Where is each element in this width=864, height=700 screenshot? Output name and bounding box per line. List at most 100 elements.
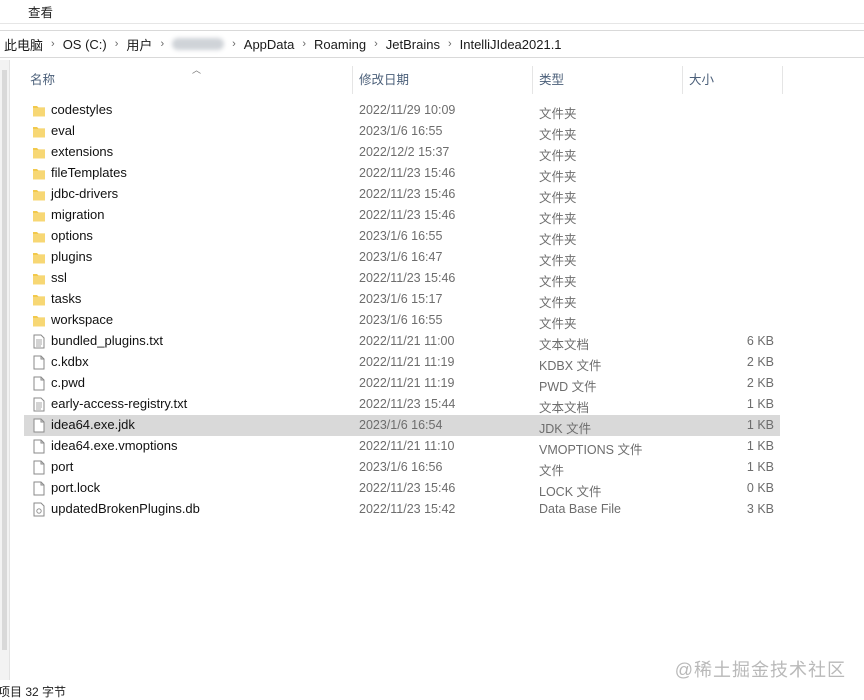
- file-date: 2023/1/6 16:55: [359, 313, 443, 327]
- file-type: KDBX 文件: [539, 359, 602, 373]
- file-type: 文件夹: [539, 107, 577, 121]
- folder-icon: [32, 313, 46, 328]
- column-divider[interactable]: [352, 66, 353, 94]
- file-row[interactable]: tasks 2023/1/6 15:17 文件夹: [24, 289, 780, 310]
- file-date: 2022/11/23 15:42: [359, 502, 456, 516]
- file-type: 文件: [539, 464, 565, 478]
- chevron-right-icon[interactable]: ›: [111, 38, 123, 50]
- file-row[interactable]: port.lock 2022/11/23 15:46 LOCK 文件 0 KB: [24, 478, 780, 499]
- breadcrumb-item[interactable]: Roaming: [310, 37, 370, 52]
- address-bar[interactable]: 此电脑 › OS (C:) › 用户 › › AppData › Roaming › JetBrain…: [0, 30, 864, 58]
- file-icon: [32, 439, 46, 454]
- breadcrumb-item[interactable]: JetBrains: [382, 37, 444, 52]
- file-type: 文件夹: [539, 296, 577, 310]
- status-bar: 项目 32 字节: [0, 682, 864, 700]
- file-row[interactable]: options 2023/1/6 16:55 文件夹: [24, 226, 780, 247]
- file-name: early-access-registry.txt: [51, 396, 188, 411]
- file-size: 1 KB: [746, 418, 774, 432]
- file-name: bundled_plugins.txt: [51, 333, 164, 348]
- file-row[interactable]: updatedBrokenPlugins.db 2022/11/23 15:42 D…: [24, 499, 780, 520]
- file-row[interactable]: codestyles 2022/11/29 10:09 文件夹: [24, 100, 780, 121]
- file-row[interactable]: extensions 2022/12/2 15:37 文件夹: [24, 142, 780, 163]
- chevron-right-icon[interactable]: ›: [156, 38, 168, 50]
- folder-icon: [32, 229, 46, 244]
- file-date: 2022/11/23 15:44: [359, 397, 456, 411]
- breadcrumb-item-redacted[interactable]: [172, 38, 225, 50]
- file-row[interactable]: c.pwd 2022/11/21 11:19 PWD 文件 2 KB: [24, 373, 780, 394]
- breadcrumb-item[interactable]: 此电脑: [0, 35, 47, 54]
- column-divider[interactable]: [782, 66, 783, 94]
- file-type: 文件夹: [539, 212, 577, 226]
- file-row[interactable]: jdbc-drivers 2022/11/23 15:46 文件夹: [24, 184, 780, 205]
- file-date: 2022/11/21 11:19: [359, 355, 455, 369]
- folder-icon: [32, 250, 46, 265]
- file-name: idea64.exe.vmoptions: [51, 438, 178, 453]
- column-header-date[interactable]: 修改日期: [359, 66, 409, 94]
- file-row[interactable]: eval 2023/1/6 16:55 文件夹: [24, 121, 780, 142]
- file-type: 文件夹: [539, 128, 577, 142]
- column-header-name[interactable]: 名称: [30, 66, 55, 94]
- file-size: 0 KB: [746, 481, 774, 495]
- breadcrumb-item[interactable]: OS (C:): [59, 37, 111, 52]
- breadcrumb-item[interactable]: IntelliJIdea2021.1: [456, 37, 566, 52]
- file-name: codestyles: [51, 102, 113, 117]
- folder-icon: [32, 292, 46, 307]
- file-date: 2022/11/21 11:00: [359, 334, 455, 348]
- breadcrumb-item[interactable]: AppData: [240, 37, 299, 52]
- file-row[interactable]: ssl 2022/11/23 15:46 文件夹: [24, 268, 780, 289]
- chevron-right-icon[interactable]: ›: [298, 38, 310, 50]
- watermark: @稀土掘金技术社区: [674, 660, 846, 680]
- file-name: eval: [51, 123, 75, 138]
- file-name: ssl: [51, 270, 67, 285]
- file-icon: [32, 481, 46, 496]
- file-size: 2 KB: [746, 376, 774, 390]
- folder-icon: [32, 208, 46, 223]
- file-date: 2023/1/6 16:56: [359, 460, 443, 474]
- file-row[interactable]: idea64.exe.jdk 2023/1/6 16:54 JDK 文件 1 KB: [24, 415, 780, 436]
- file-row[interactable]: bundled_plugins.txt 2022/11/21 11:00 文本文档 6…: [24, 331, 780, 352]
- file-icon: [32, 418, 46, 433]
- file-name: workspace: [51, 312, 114, 327]
- file-row[interactable]: c.kdbx 2022/11/21 11:19 KDBX 文件 2 KB: [24, 352, 780, 373]
- folder-icon: [32, 187, 46, 202]
- file-row[interactable]: early-access-registry.txt 2022/11/23 15:4…: [24, 394, 780, 415]
- file-icon: [32, 376, 46, 391]
- file-name: idea64.exe.jdk: [51, 417, 135, 432]
- navigation-pane-edge[interactable]: [0, 60, 10, 680]
- file-row[interactable]: idea64.exe.vmoptions 2022/11/21 11:10 VMOP…: [24, 436, 780, 457]
- breadcrumb: 此电脑 › OS (C:) › 用户 › › AppData › Roaming › JetBrain…: [0, 31, 566, 57]
- column-divider[interactable]: [682, 66, 683, 94]
- column-header-size[interactable]: 大小: [689, 66, 714, 94]
- file-date: 2022/11/21 11:19: [359, 376, 455, 390]
- file-type: PWD 文件: [539, 380, 597, 394]
- scrollbar-thumb[interactable]: [2, 70, 7, 650]
- file-row[interactable]: plugins 2023/1/6 16:47 文件夹: [24, 247, 780, 268]
- file-icon: [32, 355, 46, 370]
- chevron-right-icon[interactable]: ›: [228, 38, 240, 50]
- file-date: 2022/11/23 15:46: [359, 187, 456, 201]
- file-date: 2023/1/6 16:55: [359, 124, 443, 138]
- file-name: plugins: [51, 249, 93, 264]
- file-date: 2023/1/6 16:47: [359, 250, 443, 264]
- file-type: VMOPTIONS 文件: [539, 443, 643, 457]
- file-row[interactable]: migration 2022/11/23 15:46 文件夹: [24, 205, 780, 226]
- chevron-right-icon[interactable]: ›: [444, 38, 456, 50]
- menu-view[interactable]: 查看: [28, 2, 53, 21]
- file-size: 1 KB: [746, 460, 774, 474]
- file-size: 1 KB: [746, 439, 774, 453]
- file-row[interactable]: workspace 2023/1/6 16:55 文件夹: [24, 310, 780, 331]
- breadcrumb-item[interactable]: 用户: [122, 35, 156, 54]
- file-date: 2022/11/29 10:09: [359, 103, 456, 117]
- file-date: 2022/11/23 15:46: [359, 271, 456, 285]
- column-header-type[interactable]: 类型: [539, 66, 564, 94]
- file-row[interactable]: port 2023/1/6 16:56 文件 1 KB: [24, 457, 780, 478]
- file-size: 6 KB: [746, 334, 774, 348]
- file-name: fileTemplates: [51, 165, 127, 180]
- file-row[interactable]: fileTemplates 2022/11/23 15:46 文件夹: [24, 163, 780, 184]
- chevron-right-icon[interactable]: ›: [370, 38, 382, 50]
- column-headers: 名称 ︿ 修改日期 类型 大小: [10, 65, 790, 94]
- file-icon: [32, 460, 46, 475]
- chevron-right-icon[interactable]: ›: [47, 38, 59, 50]
- column-divider[interactable]: [532, 66, 533, 94]
- status-text: 项目 32 字节: [0, 685, 67, 699]
